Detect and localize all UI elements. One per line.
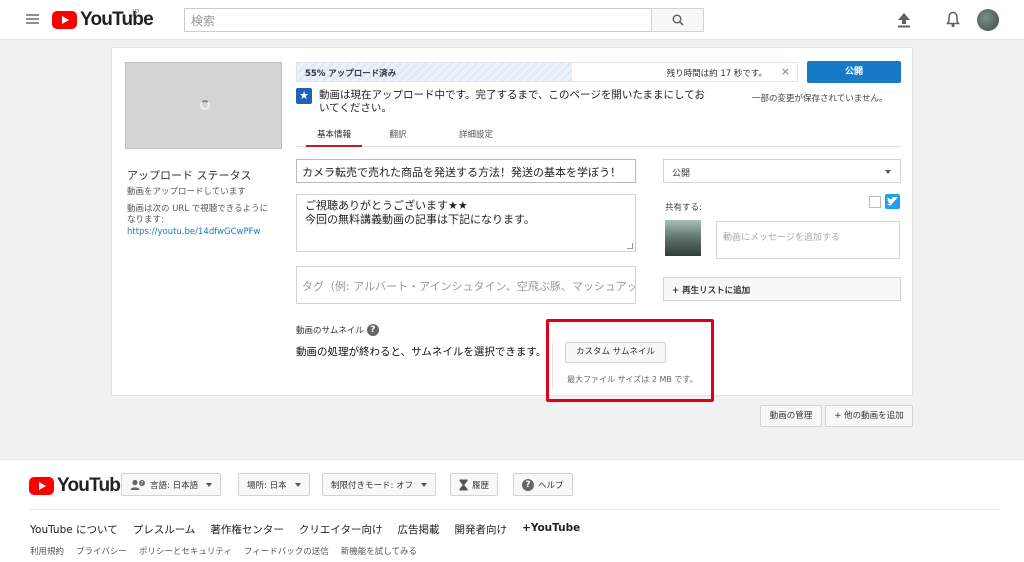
footer-divider: [29, 509, 999, 510]
tab-advanced-settings[interactable]: 詳細設定: [446, 125, 506, 147]
footer-primary-links: YouTube について プレスルーム 著作権センター クリエイター向け 広告掲…: [30, 522, 580, 537]
search-button[interactable]: [651, 8, 704, 32]
help-circle-icon: ?: [522, 478, 534, 491]
footer-link-privacy[interactable]: プライバシー: [76, 545, 127, 557]
footer-link-policy-safety[interactable]: ポリシーとセキュリティ: [139, 545, 232, 557]
upload-status-title: アップロード ステータス: [127, 169, 252, 182]
play-logo-icon: [29, 477, 54, 495]
add-to-playlist-button[interactable]: + 再生リストに追加: [663, 277, 901, 301]
cancel-upload-icon[interactable]: ×: [781, 65, 790, 78]
unsaved-changes-note: 一部の変更が保存されていません。: [752, 94, 888, 104]
footer-youtube-logo[interactable]: YouTube: [29, 475, 131, 497]
search-icon: [672, 14, 684, 26]
footer-link-new-features[interactable]: 新機能を試してみる: [341, 545, 417, 557]
twitter-bird-icon: [887, 197, 898, 206]
footer-link-feedback[interactable]: フィードバックの送信: [244, 545, 329, 557]
footer-link-press[interactable]: プレスルーム: [133, 522, 196, 537]
time-remaining: 残り時間は約 17 秒です。: [666, 69, 767, 79]
help-button[interactable]: ? ヘルプ: [513, 473, 573, 496]
chevron-down-icon: [885, 170, 891, 174]
description-line: 今回の無料講義動画の記事は下記になります。: [305, 213, 535, 226]
location-label: 場所: 日本: [247, 480, 287, 491]
progress-label: 55% アップロード済み: [305, 69, 397, 79]
language-picker[interactable]: ? 言語: 日本語: [121, 473, 222, 496]
location-picker[interactable]: 場所: 日本: [238, 473, 310, 496]
restricted-mode-label: 制限付きモード: オフ: [331, 480, 414, 491]
thumbnail-processing-text: 動画の処理が終わると、サムネイルを選択できます。: [296, 346, 547, 358]
logo-region: JP: [132, 8, 140, 17]
upload-icon[interactable]: [897, 12, 911, 28]
add-more-videos-button[interactable]: + 他の動画を追加: [825, 405, 913, 427]
svg-text:?: ?: [141, 481, 144, 487]
manage-videos-button[interactable]: 動画の管理: [760, 405, 822, 427]
description-textarea[interactable]: ご視聴ありがとうございます★★ 今回の無料講義動画の記事は下記になります。: [296, 194, 636, 252]
avatar[interactable]: [977, 9, 999, 31]
star-icon: ★: [296, 88, 312, 104]
footer-link-creators[interactable]: クリエイター向け: [299, 522, 383, 537]
title-input[interactable]: カメラ転売で売れた商品を発送する方法！発送の基本を学ぼう！: [296, 159, 636, 183]
upload-notice: 動画は現在アップロード中です。完了するまで、このページを開いたままにしておいてく…: [319, 89, 705, 114]
menu-icon[interactable]: [26, 14, 39, 24]
restricted-mode-picker[interactable]: 制限付きモード: オフ: [322, 473, 437, 496]
tags-input[interactable]: タグ（例: アルバート・アインシュタイン、空飛ぶ豚、マッシュアップ）: [296, 266, 636, 304]
url-info-line2: なります:: [127, 215, 164, 225]
share-message-input[interactable]: 動画にメッセージを追加する: [716, 221, 900, 259]
thumbnail-label-text: 動画のサムネイル: [296, 326, 364, 336]
publish-button[interactable]: 公開: [807, 61, 901, 83]
description-line: ご視聴ありがとうございます★★: [305, 199, 468, 212]
privacy-select[interactable]: 公開: [663, 159, 901, 183]
chevron-down-icon: [421, 482, 428, 487]
footer-link-terms[interactable]: 利用規約: [30, 545, 64, 557]
tab-basic-info[interactable]: 基本情報: [306, 125, 362, 147]
resize-handle-icon[interactable]: [627, 243, 633, 249]
share-label: 共有する:: [665, 203, 702, 213]
privacy-value: 公開: [672, 169, 691, 179]
search-input[interactable]: 検索: [184, 8, 652, 32]
footer-link-copyright[interactable]: 著作権センター: [210, 522, 284, 537]
upload-card: アップロード ステータス 動画をアップロードしています 動画は次の URL で視…: [111, 47, 913, 396]
play-logo-icon: [52, 11, 77, 29]
upload-status-text: 動画をアップロードしています: [127, 187, 246, 197]
video-url-link[interactable]: https://youtu.be/14dfwGCwPFw: [127, 227, 260, 237]
footer-link-plus-youtube[interactable]: +YouTube: [522, 522, 580, 537]
chevron-down-icon: [294, 482, 301, 487]
masthead: YouTube JP 検索: [0, 0, 1024, 40]
bell-icon[interactable]: [946, 11, 960, 28]
video-thumbnail-placeholder: [125, 62, 282, 149]
logo-text: YouTube: [80, 9, 154, 30]
footer-logo-text: YouTube: [57, 475, 131, 496]
twitter-icon[interactable]: [885, 194, 900, 209]
help-icon[interactable]: ?: [366, 324, 379, 336]
footer-link-advertise[interactable]: 広告掲載: [398, 522, 440, 537]
youtube-logo[interactable]: YouTube JP: [52, 8, 154, 30]
language-label: 言語: 日本語: [150, 480, 199, 491]
upload-progress-bar: 55% アップロード済み 残り時間は約 17 秒です。 ×: [296, 62, 798, 82]
history-button[interactable]: 履歴: [450, 473, 499, 496]
language-icon: ?: [130, 479, 145, 490]
annotation-highlight-box: [546, 319, 714, 402]
hourglass-icon: [459, 479, 468, 490]
share-checkbox[interactable]: [869, 196, 881, 208]
footer-link-developers[interactable]: 開発者向け: [455, 522, 508, 537]
channel-avatar: [665, 220, 701, 256]
tab-translation[interactable]: 翻訳: [378, 125, 418, 147]
history-label: 履歴: [472, 480, 490, 491]
footer: YouTube ? 言語: 日本語 場所: 日本 制限付きモード: オフ 履歴 …: [0, 459, 1024, 562]
loading-spinner-icon: [200, 100, 210, 110]
thumbnail-section-label: 動画のサムネイル ?: [296, 324, 379, 336]
tab-bar: 基本情報 翻訳 詳細設定: [296, 125, 901, 147]
help-label: ヘルプ: [538, 480, 564, 491]
footer-link-about[interactable]: YouTube について: [30, 522, 118, 537]
footer-secondary-links: 利用規約 プライバシー ポリシーとセキュリティ フィードバックの送信 新機能を試…: [30, 545, 417, 557]
chevron-down-icon: [206, 482, 213, 487]
